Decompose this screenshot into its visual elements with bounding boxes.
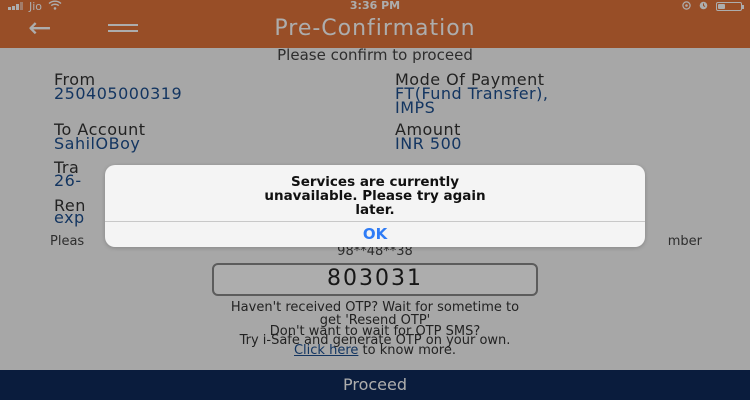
service-unavailable-alert: Services are currently unavailable. Plea… (105, 165, 645, 247)
alert-message-line3: later. (355, 202, 395, 218)
alert-message-line1: Services are currently (290, 174, 460, 190)
alert-message-line2: unavailable. Please try again (264, 188, 486, 204)
alert-ok-button[interactable]: OK (105, 222, 645, 247)
alert-message: Services are currently unavailable. Plea… (125, 175, 625, 217)
